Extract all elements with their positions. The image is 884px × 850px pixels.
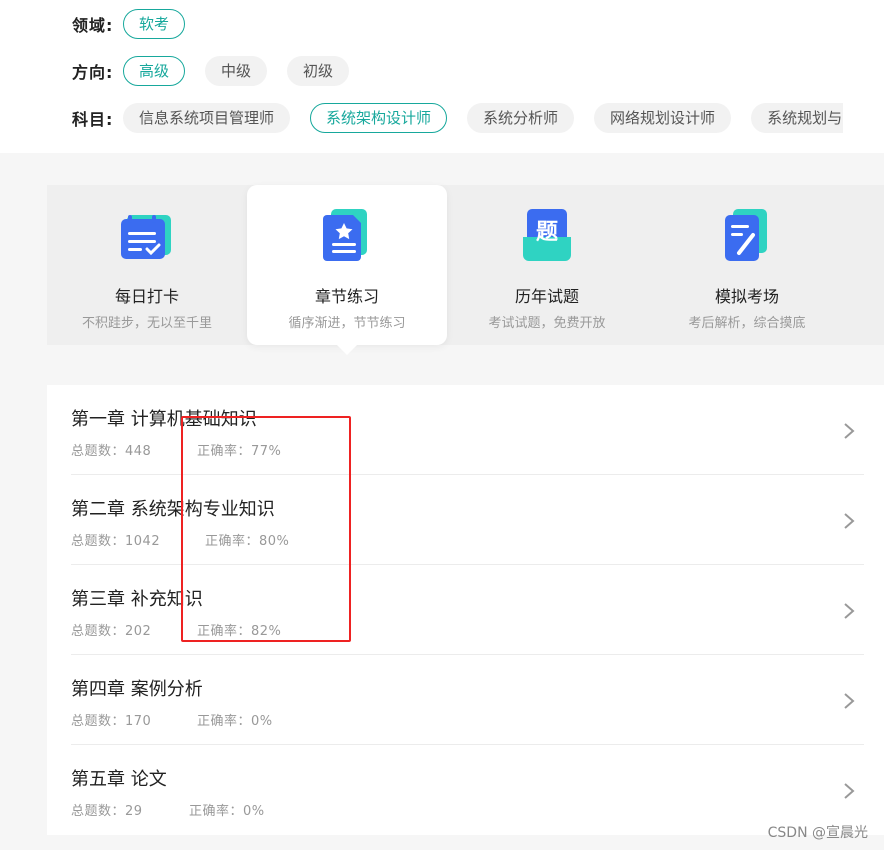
chip-direction-senior[interactable]: 高级: [123, 56, 186, 86]
chevron-right-icon: [844, 783, 855, 799]
chapter-title: 第四章 案例分析: [71, 679, 203, 700]
exam-question-icon: 题: [523, 209, 571, 261]
chapter-row[interactable]: 第五章 论文 总题数：29 正确率：0%: [47, 745, 884, 835]
mode-title: 模拟考场: [714, 287, 779, 306]
annotation-highlight-box: [181, 416, 351, 642]
filter-row-direction: 方向: 高级 中级 初级: [72, 56, 369, 86]
mode-mock-exam[interactable]: 模拟考场 考后解析，综合摸底: [647, 185, 847, 345]
mode-subtitle: 考试试题，免费开放: [488, 316, 606, 331]
pencil-note-icon: [725, 209, 767, 261]
chapter-accuracy: 正确率：0%: [189, 804, 265, 819]
document-star-icon: [323, 209, 367, 261]
chip-subject-project-manager[interactable]: 信息系统项目管理师: [123, 103, 291, 133]
chapter-accuracy: 正确率：0%: [197, 714, 273, 729]
exam-icon-glyph: 题: [536, 220, 559, 245]
chip-direction-junior[interactable]: 初级: [287, 56, 350, 86]
filter-label-direction: 方向:: [72, 63, 114, 82]
chapter-row[interactable]: 第一章 计算机基础知识 总题数：448 正确率：77%: [47, 385, 884, 475]
chapter-question-count: 总题数：29: [71, 804, 143, 819]
chapter-question-count: 总题数：1042: [71, 534, 161, 549]
chip-subject-system-planning[interactable]: 系统规划与: [751, 103, 844, 133]
chip-subject-system-architect[interactable]: 系统架构设计师: [310, 103, 448, 133]
mode-past-exams[interactable]: 题 历年试题 考试试题，免费开放: [447, 185, 647, 345]
active-pointer: [337, 345, 357, 355]
chapter-question-count: 总题数：170: [71, 714, 152, 729]
watermark: CSDN @宣晨光: [767, 825, 868, 841]
mode-chapter-practice[interactable]: 章节练习 循序渐进，节节练习: [247, 185, 447, 355]
chevron-right-icon: [844, 513, 855, 529]
filter-row-domain: 领域: 软考: [72, 9, 205, 39]
chip-domain-ruankao[interactable]: 软考: [123, 9, 186, 39]
chevron-right-icon: [844, 423, 855, 439]
mode-subtitle: 不积跬步，无以至千里: [81, 316, 212, 331]
chapter-row[interactable]: 第二章 系统架构专业知识 总题数：1042 正确率：80%: [47, 475, 884, 565]
mode-title: 章节练习: [314, 287, 379, 306]
filter-label-domain: 领域:: [72, 16, 114, 35]
chapter-question-count: 总题数：202: [71, 624, 152, 639]
filter-row-subject: 科目: 信息系统项目管理师 系统架构设计师 系统分析师 网络规划设计师 系统规划…: [72, 103, 863, 133]
mode-daily-checkin[interactable]: 每日打卡 不积跬步，无以至千里: [47, 185, 247, 345]
filter-label-subject: 科目:: [72, 110, 114, 129]
chapter-row[interactable]: 第三章 补充知识 总题数：202 正确率：82%: [47, 565, 884, 655]
chip-subject-system-analyst[interactable]: 系统分析师: [467, 103, 575, 133]
chip-subject-network-planner[interactable]: 网络规划设计师: [594, 103, 732, 133]
practice-mode-strip: 每日打卡 不积跬步，无以至千里 章节练习 循序渐进，节节练习 题 历年试题 考试…: [47, 185, 884, 355]
filter-panel: 领域: 软考 方向: 高级 中级 初级 科目: 信息系统项目管理师 系统架构设计…: [0, 0, 884, 153]
mode-subtitle: 考后解析，综合摸底: [688, 316, 806, 331]
mode-title: 每日打卡: [114, 287, 179, 306]
chapter-list: 第一章 计算机基础知识 总题数：448 正确率：77% 第二章 系统架构专业知识…: [47, 385, 884, 835]
chevron-right-icon: [844, 603, 855, 619]
mode-title: 历年试题: [514, 287, 579, 306]
chapter-question-count: 总题数：448: [71, 444, 152, 459]
chapter-title: 第五章 论文: [71, 769, 167, 790]
chevron-right-icon: [844, 693, 855, 709]
mode-subtitle: 循序渐进，节节练习: [288, 316, 406, 331]
chip-direction-intermediate[interactable]: 中级: [205, 56, 268, 86]
calendar-check-icon: [121, 215, 171, 259]
chapter-row[interactable]: 第四章 案例分析 总题数：170 正确率：0%: [47, 655, 884, 745]
